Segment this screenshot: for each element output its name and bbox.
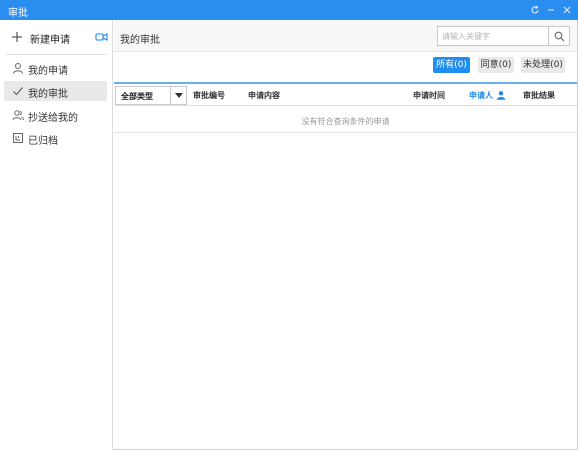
plus-icon xyxy=(12,32,22,42)
sidebar-divider xyxy=(6,54,107,55)
empty-message: 没有符合查询条件的申请 xyxy=(301,117,390,126)
table-header: 全部类型 审批编号 申请内容 申请时间 申请人 审批结果 xyxy=(114,82,577,106)
page-title: 我的审批 xyxy=(120,35,160,46)
column-header-applicant[interactable]: 申请人 xyxy=(469,90,506,101)
sidebar-item-label: 我的申请 xyxy=(28,66,68,77)
column-header-result: 审批结果 xyxy=(523,91,555,100)
type-select-value: 全部类型 xyxy=(121,92,153,101)
column-header-approval-number: 审批编号 xyxy=(193,91,225,100)
main-panel: 我的审批 所有(0) 同意(0) 未处理(0) 全部类型 审批编号 申请内容 申… xyxy=(114,20,577,450)
table-empty-row: 没有符合查询条件的申请 xyxy=(114,107,577,133)
video-camera-icon[interactable] xyxy=(95,31,108,43)
sidebar-item-archived[interactable]: 已归档 xyxy=(4,128,107,148)
search-input[interactable] xyxy=(438,27,548,45)
chevron-down-icon xyxy=(174,93,183,98)
sidebar-item-my-applications[interactable]: 我的申请 xyxy=(4,58,107,78)
sidebar-item-label: 我的审批 xyxy=(28,89,68,100)
column-header-applicant-label: 申请人 xyxy=(469,91,493,100)
check-icon xyxy=(13,87,23,96)
refresh-icon[interactable] xyxy=(528,3,542,17)
search-icon xyxy=(554,31,564,41)
user-icon xyxy=(13,63,23,74)
filter-agreed-button[interactable]: 同意(0) xyxy=(478,57,514,73)
column-header-time: 申请时间 xyxy=(413,91,445,100)
new-request-button[interactable]: 新建申请 xyxy=(0,28,113,48)
close-icon[interactable] xyxy=(560,3,574,17)
sidebar-item-label: 已归档 xyxy=(28,136,58,147)
column-header-content: 申请内容 xyxy=(248,91,280,100)
type-select[interactable]: 全部类型 xyxy=(115,86,187,105)
main-header: 我的审批 xyxy=(114,20,577,52)
minimize-icon[interactable] xyxy=(544,3,558,17)
sidebar-item-cc-to-me[interactable]: 抄送给我的 xyxy=(4,105,107,125)
sidebar-item-my-approvals[interactable]: 我的审批 xyxy=(4,81,107,101)
type-select-arrow[interactable] xyxy=(170,87,186,104)
window-title: 审批 xyxy=(8,8,28,19)
title-bar: 审批 xyxy=(0,0,578,20)
new-request-label: 新建申请 xyxy=(30,35,70,46)
filter-pending-button[interactable]: 未处理(0) xyxy=(521,57,565,73)
users-icon xyxy=(12,110,24,121)
person-filter-icon[interactable] xyxy=(496,90,506,100)
filter-all-button[interactable]: 所有(0) xyxy=(433,57,470,73)
sidebar: 新建申请 我的申请 我的审批 抄送给我的 已归档 xyxy=(0,20,113,450)
sidebar-item-label: 抄送给我的 xyxy=(28,113,78,124)
search-button[interactable] xyxy=(548,27,569,45)
search-box xyxy=(437,26,570,46)
archive-icon xyxy=(13,133,23,143)
